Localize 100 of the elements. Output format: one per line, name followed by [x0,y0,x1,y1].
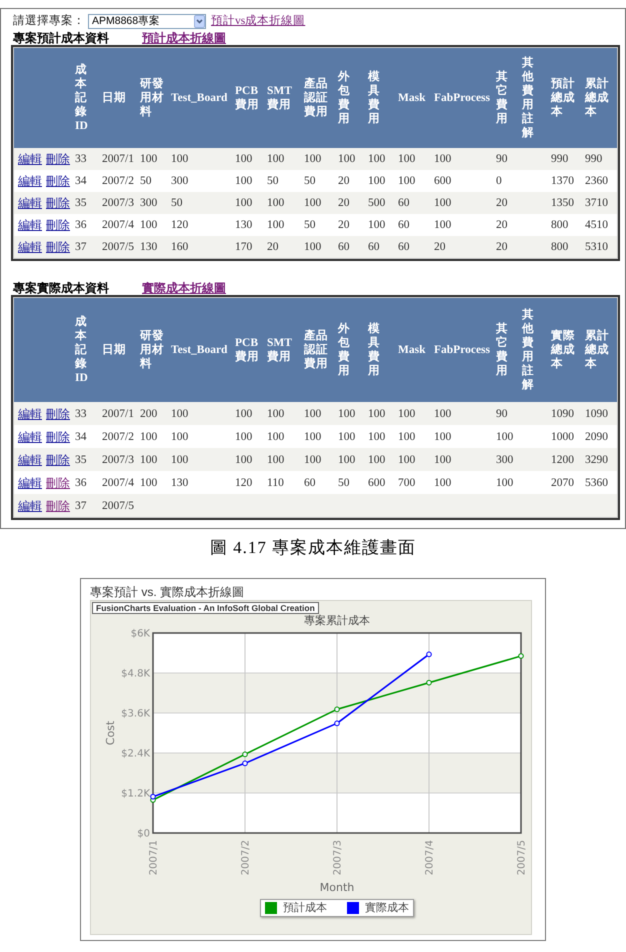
column-header: SMT費用 [267,336,293,364]
edit-link[interactable]: 編輯 [18,240,42,254]
delete-link[interactable]: 刪除 [46,196,70,210]
table-cell-text: 100 [139,218,158,232]
edit-link[interactable]: 編輯 [18,152,42,166]
table-cell-text: 100 [337,152,356,166]
column-header: 產品認証費用 [304,77,329,119]
y-tick-label: $4.8K [121,668,150,680]
table-cell-text: 60 [367,240,380,254]
column-header: 模具費用 [368,322,381,378]
table-cell-text: 60 [337,240,350,254]
table-cell-text: 20 [495,218,508,232]
table-cell-text: 36 [74,476,88,490]
table-cell-text: 33 [74,152,88,166]
edit-link[interactable]: 編輯 [18,452,42,466]
table-cell-text: 100 [170,452,190,466]
column-header: 實際總成本 [551,329,576,371]
table-cell-text: 100 [367,174,386,188]
table-cell-text: 500 [367,196,386,210]
project-select[interactable]: APM8868專案 [88,14,206,28]
table-cell-text: 100 [266,452,286,466]
table-cell-text: 100 [397,174,416,188]
section-title: 專案實際成本資料 [13,281,109,295]
table-cell-text: 100 [397,406,416,420]
column-header: 累計總成本 [585,77,610,119]
edit-link[interactable]: 編輯 [18,498,42,512]
table-cell-text: 100 [139,430,158,444]
table-cell-text: 100 [433,218,452,232]
table-cell-text: 100 [495,430,514,444]
delete-link[interactable]: 刪除 [46,218,70,232]
table-cell-text: 2007/1 [101,406,135,420]
table-cell-text: 60 [397,240,410,254]
delete-link[interactable]: 刪除 [46,174,70,188]
column-header: 日期 [102,91,127,105]
table-cell-text: 60 [303,476,316,490]
edit-link[interactable]: 編輯 [18,476,42,490]
table-cell-text: 20 [495,196,508,210]
table-cell-text: 700 [397,476,416,490]
table-cell-text: 100 [367,218,386,232]
table-cell-text: 100 [303,406,322,420]
delete-link[interactable]: 刪除 [46,240,70,254]
figure-caption: 圖 4.17 專案成本維護畫面 [210,537,416,559]
column-header: 其它費用 [496,70,509,126]
legend-label: 預計成本 [283,902,327,914]
table-cell-text: 36 [74,218,88,232]
edit-link[interactable]: 編輯 [18,406,42,420]
delete-link[interactable]: 刪除 [46,430,70,444]
table-cell-text: 100 [170,406,190,420]
table-cell-text: 60 [397,218,410,232]
table-cell-text: 100 [139,152,158,166]
data-point [426,652,432,658]
delete-link[interactable]: 刪除 [46,152,70,166]
table-cell-text: 100 [234,196,254,210]
data-point [334,720,340,726]
table-cell-text: 100 [495,476,514,490]
table-cell-text: 2007/4 [101,218,135,232]
table-cell-text: 100 [367,406,386,420]
table-cell-text: 5360 [584,476,609,490]
table-cell-text: 100 [433,152,452,166]
table-cell-text: 100 [303,240,322,254]
table-cell-text: 100 [433,196,452,210]
table-cell-text: 2360 [584,174,609,188]
column-header: FabProcess [434,91,492,105]
table-cell-text: 100 [367,452,386,466]
table-cell-text: 100 [139,452,158,466]
chart-title: 專案預計 vs. 實際成本折線圖 [90,585,244,600]
table-cell-text: 110 [266,476,285,490]
delete-link[interactable]: 刪除 [46,406,70,420]
edit-link[interactable]: 編輯 [18,196,42,210]
edit-link[interactable]: 編輯 [18,218,42,232]
column-header: 成本記錄ID [75,315,89,385]
delete-link[interactable]: 刪除 [46,476,70,490]
table-cell-text: 3290 [584,452,609,466]
x-tick-label: 2007/1 [148,840,160,876]
column-header: 其他費用註解 [522,56,535,140]
y-axis-title: Cost [104,720,117,746]
delete-link[interactable]: 刪除 [46,452,70,466]
table-cell-text: 50 [303,218,316,232]
edit-link[interactable]: 編輯 [18,174,42,188]
table-cell-text: 35 [74,196,88,210]
chart-link[interactable]: 預計vs成本折線圖 [211,14,306,28]
table-cell-text: 50 [170,196,184,210]
chart-link[interactable]: 預計成本折線圖 [142,31,226,45]
column-header: Mask [398,343,426,357]
table-cell-text: 2007/5 [101,498,135,512]
chart-link[interactable]: 實際成本折線圖 [142,281,226,295]
table-cell-text: 2007/4 [101,476,135,490]
table-cell-text: 2007/2 [101,430,135,444]
table-cell-text: 2070 [550,476,575,490]
data-point [334,706,340,712]
table-cell-text: 50 [139,174,152,188]
table-cell-text: 100 [397,430,416,444]
column-header: 其他費用註解 [522,308,535,392]
table-cell-text: 1370 [550,174,575,188]
table-cell-text: 100 [266,430,286,444]
table-cell-text: 100 [234,152,254,166]
table-cell-text: 20 [495,240,508,254]
table-cell-text: 100 [303,430,322,444]
delete-link[interactable]: 刪除 [46,498,70,512]
edit-link[interactable]: 編輯 [18,430,42,444]
